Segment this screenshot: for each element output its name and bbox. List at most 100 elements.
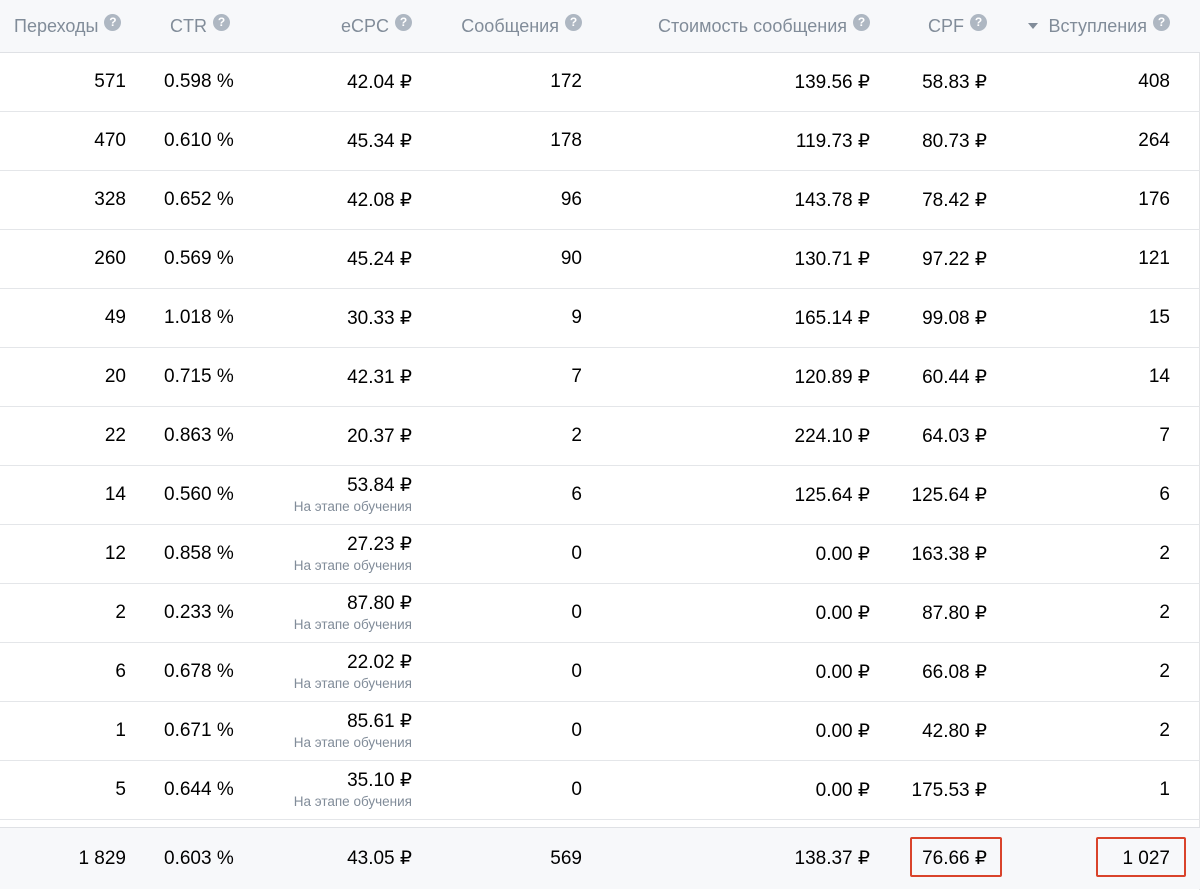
stats-table: Переходы? CTR? eCPC? Сообщения? Стоимость со… (0, 0, 1200, 890)
header-label: CPF (928, 15, 964, 36)
value: 2 (1159, 720, 1170, 741)
value: 121 (1138, 248, 1170, 269)
value: 66.08 ₽ (922, 661, 987, 683)
learning-stage-note: На этапе обучения (293, 794, 412, 810)
cell-message-cost: 130.71 ₽ (582, 230, 870, 288)
ecpc-stack: 22.02 ₽ На этапе обучения (294, 653, 412, 691)
cell-ctr: 0.233 % (164, 584, 254, 642)
question-circle-icon[interactable]: ? (565, 13, 582, 31)
cell-joins: 176 (987, 171, 1170, 229)
cell-cpf: 64.03 ₽ (870, 407, 987, 465)
cell-ctr: 0.715 % (164, 348, 254, 406)
cell-clicks: 6 (0, 643, 126, 701)
header-label: Стоимость сообщения (657, 15, 847, 36)
value: 178 (550, 130, 582, 151)
cell-joins: 15 (987, 289, 1170, 347)
header-ecpc-content: eCPC? (341, 13, 412, 37)
cell-ctr: 0.610 % (164, 112, 254, 170)
caret-down-icon[interactable] (1027, 23, 1038, 29)
value: 0.715 % (164, 366, 234, 387)
cell-ecpc: 42.31 ₽ (254, 348, 412, 406)
header-joins[interactable]: Вступления? (987, 0, 1170, 52)
cell-clicks: 2 (0, 584, 126, 642)
learning-stage-note: На этапе обучения (293, 499, 412, 515)
header-ctr[interactable]: CTR? (164, 0, 254, 52)
cell-ctr: 0.863 % (164, 407, 254, 465)
cell-ctr: 0.671 % (164, 702, 254, 760)
value: 328 (94, 189, 126, 210)
header-clicks-content: Переходы? (14, 13, 122, 37)
cell-cpf: 80.73 ₽ (870, 112, 987, 170)
value: 60.44 ₽ (922, 366, 987, 388)
cell-clicks: 12 (0, 525, 126, 583)
cell-cpf: 58.83 ₽ (870, 53, 987, 111)
question-circle-icon[interactable]: ? (1153, 13, 1170, 31)
cell-ecpc: 22.02 ₽ На этапе обучения (254, 643, 412, 701)
value: 14 (1148, 366, 1170, 387)
cell-cpf: 66.08 ₽ (870, 643, 987, 701)
question-circle-icon[interactable]: ? (395, 13, 412, 31)
cell-joins: 264 (987, 112, 1170, 170)
value: 224.10 ₽ (794, 425, 870, 447)
question-circle-icon[interactable]: ? (213, 13, 230, 31)
cell-messages: 9 (412, 289, 582, 347)
header-cpf[interactable]: CPF? (870, 0, 987, 52)
table-row: 260 0.569 % 45.24 ₽ 90 130.71 ₽ 97.22 ₽ 121 (0, 230, 1200, 289)
value: 15 (1148, 307, 1170, 328)
question-circle-icon[interactable]: ? (970, 13, 987, 31)
value: 0.652 % (164, 189, 234, 210)
cell-joins: 2 (987, 584, 1170, 642)
value: 0 (571, 543, 582, 564)
value: 0.00 ₽ (815, 602, 870, 624)
cell-message-cost: 0.00 ₽ (582, 525, 870, 583)
value: 42.31 ₽ (347, 366, 412, 388)
value: 176 (1138, 189, 1170, 210)
cell-message-cost: 0.00 ₽ (582, 643, 870, 701)
value: 90 (560, 248, 582, 269)
header-clicks[interactable]: Переходы? (0, 0, 126, 52)
question-circle-icon[interactable]: ? (104, 13, 122, 31)
cell-cpf: 163.38 ₽ (870, 525, 987, 583)
cell-messages: 0 (412, 702, 582, 760)
header-label: Сообщения (461, 15, 559, 36)
cell-message-cost: 138.37 ₽ (582, 828, 870, 889)
value: 45.34 ₽ (347, 130, 412, 152)
cell-ecpc: 20.37 ₽ (254, 407, 412, 465)
highlight-box-cpf (910, 837, 1002, 877)
cell-clicks: 49 (0, 289, 126, 347)
header-ecpc[interactable]: eCPC? (254, 0, 412, 52)
cell-clicks: 22 (0, 407, 126, 465)
cell-messages: 0 (412, 525, 582, 583)
cell-messages: 0 (412, 584, 582, 642)
cell-ecpc: 27.23 ₽ На этапе обучения (254, 525, 412, 583)
ecpc-stack: 27.23 ₽ На этапе обучения (294, 535, 412, 573)
learning-stage-note: На этапе обучения (293, 558, 412, 574)
cell-message-cost: 0.00 ₽ (582, 702, 870, 760)
table-row: 571 0.598 % 42.04 ₽ 172 139.56 ₽ 58.83 ₽ 408 (0, 53, 1200, 112)
cell-messages: 96 (412, 171, 582, 229)
cell-ctr: 0.598 % (164, 53, 254, 111)
cell-ctr: 0.678 % (164, 643, 254, 701)
value: 9 (571, 307, 582, 328)
value: 0.233 % (164, 602, 234, 623)
table-row: 328 0.652 % 42.08 ₽ 96 143.78 ₽ 78.42 ₽ 176 (0, 171, 1200, 230)
value: 120.89 ₽ (794, 366, 870, 388)
value: 6 (115, 661, 126, 682)
cell-message-cost: 139.56 ₽ (582, 53, 870, 111)
header-messages[interactable]: Сообщения? (412, 0, 582, 52)
cell-ecpc: 53.84 ₽ На этапе обучения (254, 466, 412, 524)
question-circle-icon[interactable]: ? (853, 13, 870, 31)
learning-stage-note: На этапе обучения (293, 676, 412, 692)
ecpc-stack: 85.61 ₽ На этапе обучения (294, 712, 412, 750)
value: 20 (104, 366, 126, 387)
value: 49 (104, 307, 126, 328)
value: 0.863 % (164, 425, 234, 446)
highlight-box-joins (1096, 837, 1186, 877)
cell-message-cost: 143.78 ₽ (582, 171, 870, 229)
value: 2 (1159, 661, 1170, 682)
header-message-cost[interactable]: Стоимость сообщения? (582, 0, 870, 52)
value: 85.61 ₽ (347, 711, 412, 733)
cell-ecpc: 45.34 ₽ (254, 112, 412, 170)
value: 0.569 % (164, 248, 234, 269)
value: 7 (1159, 425, 1170, 446)
